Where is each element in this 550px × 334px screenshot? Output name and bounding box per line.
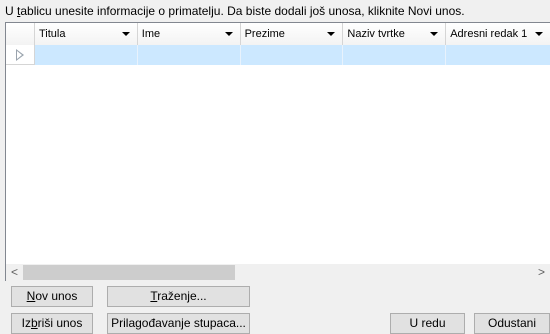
- dropdown-arrow-icon[interactable]: [535, 32, 544, 36]
- dropdown-arrow-icon[interactable]: [121, 32, 130, 36]
- row-header[interactable]: [6, 45, 35, 65]
- dropdown-arrow-icon[interactable]: [430, 32, 439, 36]
- instruction-text: U tablicu unesite informacije o primatel…: [5, 4, 465, 18]
- column-header-adresni-redak-1[interactable]: Adresni redak 1: [446, 23, 550, 45]
- cell-adresni-redak-1[interactable]: [446, 45, 550, 65]
- scrollbar-thumb[interactable]: [23, 265, 235, 280]
- cell-naziv-tvrtke[interactable]: [343, 45, 447, 65]
- table-row[interactable]: [6, 45, 550, 65]
- cell-ime[interactable]: [137, 45, 241, 65]
- cell-prezime[interactable]: [240, 45, 344, 65]
- find-button[interactable]: Traženje...: [107, 286, 250, 307]
- current-row-icon: [16, 49, 24, 61]
- new-entry-button[interactable]: Nov unos: [11, 286, 93, 307]
- column-header-prezime[interactable]: Prezime: [241, 23, 344, 45]
- grid-corner: [6, 23, 35, 45]
- column-header-ime[interactable]: Ime: [138, 23, 241, 45]
- column-header-naziv-tvrtke[interactable]: Naziv tvrtke: [343, 23, 447, 45]
- cell-titula[interactable]: [34, 45, 138, 65]
- column-header-row: Titula Ime Prezime Naziv tvrtke Adresni …: [6, 23, 550, 46]
- scroll-left-icon[interactable]: <: [6, 264, 23, 281]
- dropdown-arrow-icon[interactable]: [224, 32, 233, 36]
- dropdown-arrow-icon[interactable]: [327, 32, 336, 36]
- recipient-grid[interactable]: Titula Ime Prezime Naziv tvrtke Adresni …: [5, 22, 550, 281]
- horizontal-scrollbar[interactable]: < >: [5, 264, 550, 281]
- column-header-titula[interactable]: Titula: [35, 23, 138, 45]
- scroll-right-icon[interactable]: >: [533, 264, 550, 281]
